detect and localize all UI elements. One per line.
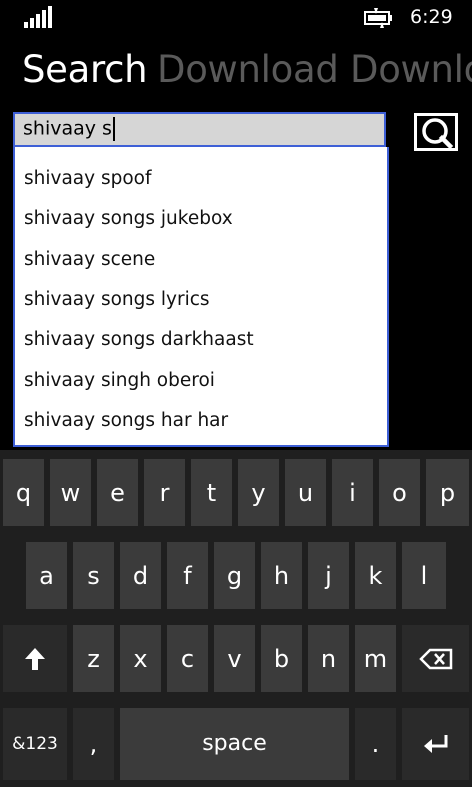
status-time: 6:29 — [410, 6, 453, 28]
key-f[interactable]: f — [167, 542, 208, 609]
key-s[interactable]: s — [73, 542, 114, 609]
key-v[interactable]: v — [214, 625, 255, 692]
pivot-tab-download-2[interactable]: Downlo — [350, 44, 472, 96]
search-button[interactable] — [414, 113, 458, 151]
key-y[interactable]: y — [238, 459, 279, 526]
key-x[interactable]: x — [120, 625, 161, 692]
key-k[interactable]: k — [355, 542, 396, 609]
key-g[interactable]: g — [214, 542, 255, 609]
key-d[interactable]: d — [120, 542, 161, 609]
pivot-tab-download[interactable]: Download — [157, 44, 339, 96]
battery-charging-icon — [364, 8, 392, 28]
magnifier-icon — [422, 118, 454, 150]
key-z[interactable]: z — [73, 625, 114, 692]
key-m[interactable]: m — [355, 625, 396, 692]
key-w[interactable]: w — [50, 459, 91, 526]
shift-key[interactable] — [3, 625, 67, 692]
key-r[interactable]: r — [144, 459, 185, 526]
period-key[interactable]: . — [355, 708, 396, 780]
suggestion-item[interactable]: shivaay songs lyrics — [24, 289, 210, 310]
key-o[interactable]: o — [379, 459, 420, 526]
key-j[interactable]: j — [308, 542, 349, 609]
suggestion-item[interactable]: shivaay singh oberoi — [24, 370, 215, 391]
key-u[interactable]: u — [285, 459, 326, 526]
key-n[interactable]: n — [308, 625, 349, 692]
status-bar: 6:29 — [0, 0, 472, 34]
suggestion-list: shivaay spoof shivaay songs jukebox shiv… — [13, 147, 389, 447]
symbols-key[interactable]: &123 — [3, 708, 67, 780]
key-q[interactable]: q — [3, 459, 44, 526]
space-key[interactable]: space — [120, 708, 349, 780]
search-input[interactable]: shivaay s — [13, 112, 386, 147]
shift-arrow-icon — [25, 647, 45, 670]
suggestion-item[interactable]: shivaay spoof — [24, 168, 152, 189]
suggestion-item[interactable]: shivaay songs darkhaast — [24, 329, 254, 350]
key-i[interactable]: i — [332, 459, 373, 526]
pivot-tab-search[interactable]: Search — [22, 44, 148, 96]
key-t[interactable]: t — [191, 459, 232, 526]
on-screen-keyboard: q w e r t y u i o p a s d f g h j k l z … — [0, 450, 472, 787]
enter-key[interactable] — [402, 708, 469, 780]
pivot-header: Search Download Downlo — [0, 44, 472, 102]
key-e[interactable]: e — [97, 459, 138, 526]
comma-key[interactable]: , — [73, 708, 114, 780]
backspace-icon — [418, 648, 452, 669]
suggestion-item[interactable]: shivaay songs jukebox — [24, 208, 233, 229]
text-caret — [112, 117, 115, 141]
key-b[interactable]: b — [261, 625, 302, 692]
suggestion-item[interactable]: shivaay scene — [24, 249, 155, 270]
key-h[interactable]: h — [261, 542, 302, 609]
signal-bars-icon — [24, 6, 52, 28]
key-p[interactable]: p — [426, 459, 469, 526]
backspace-key[interactable] — [402, 625, 469, 692]
enter-icon — [423, 735, 447, 753]
search-input-value: shivaay s — [23, 117, 112, 140]
key-c[interactable]: c — [167, 625, 208, 692]
key-l[interactable]: l — [402, 542, 446, 609]
suggestion-item[interactable]: shivaay songs har har — [24, 410, 228, 431]
key-a[interactable]: a — [26, 542, 67, 609]
